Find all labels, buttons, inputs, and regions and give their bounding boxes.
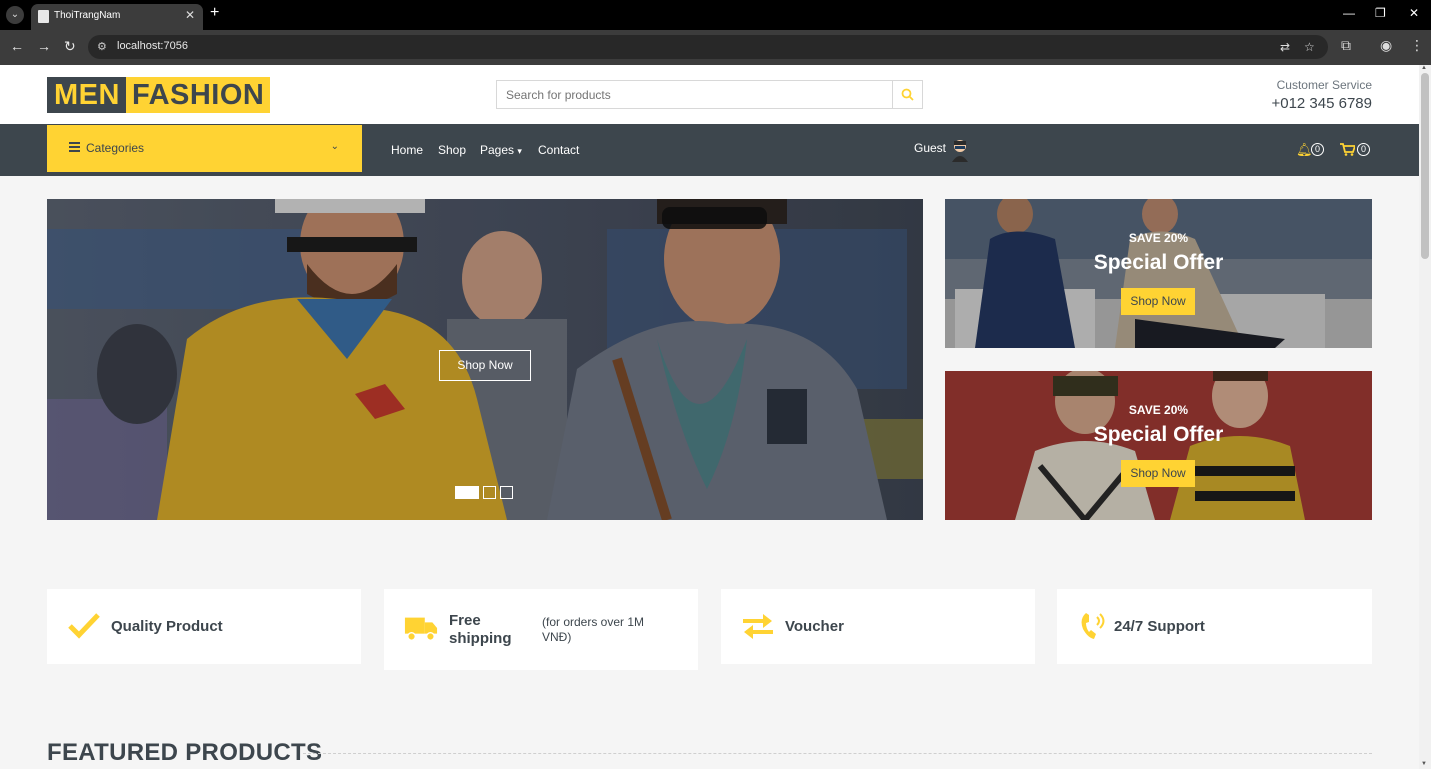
feature-sub-line2: VNĐ) bbox=[542, 630, 572, 644]
menu-kebab-icon[interactable]: ⋮ bbox=[1410, 37, 1424, 54]
nav-pages-label: Pages bbox=[480, 143, 515, 157]
hero-shop-now-button[interactable]: Shop Now bbox=[439, 350, 531, 381]
truck-icon bbox=[404, 617, 438, 641]
browser-tab-bar: ⌄ ThoiTrangNam ✕ + — ❐ ✕ bbox=[0, 0, 1431, 30]
minimize-icon[interactable]: — bbox=[1343, 6, 1355, 20]
feature-quality: Quality Product bbox=[47, 589, 361, 664]
forward-icon[interactable]: → bbox=[37, 38, 51, 54]
new-tab-icon[interactable]: + bbox=[210, 4, 219, 22]
offer-shop-now-button-2[interactable]: Shop Now bbox=[1121, 460, 1195, 487]
search-input[interactable] bbox=[497, 81, 893, 108]
tab-search-icon[interactable]: ⌄ bbox=[6, 6, 24, 24]
phone-volume-icon bbox=[1081, 613, 1105, 639]
address-bar[interactable]: ⚙ localhost:7056 ⇄ ☆ bbox=[88, 35, 1328, 59]
translate-icon[interactable]: ⇄ bbox=[1280, 40, 1290, 54]
offer-banner-2[interactable]: SAVE 20% Special Offer Shop Now bbox=[945, 371, 1372, 520]
search-button[interactable] bbox=[892, 81, 922, 108]
section-divider bbox=[303, 753, 1372, 754]
offer-banner-1[interactable]: SAVE 20% Special Offer Shop Now bbox=[945, 199, 1372, 348]
restore-icon[interactable]: ❐ bbox=[1375, 6, 1386, 20]
scrollbar-thumb[interactable] bbox=[1421, 73, 1429, 259]
site-logo[interactable]: MEN FASHION bbox=[47, 77, 271, 113]
notification-count: 0 bbox=[1311, 143, 1324, 156]
categories-label: Categories bbox=[86, 141, 145, 155]
feature-sub-line1: (for orders over 1M bbox=[542, 615, 645, 629]
bookmark-star-icon[interactable]: ☆ bbox=[1304, 40, 1315, 54]
carousel-indicator[interactable] bbox=[500, 486, 513, 499]
user-avatar-icon[interactable] bbox=[950, 138, 970, 162]
extensions-icon[interactable]: ⧉ bbox=[1341, 37, 1351, 54]
offer-title-2: Special Offer bbox=[1093, 423, 1224, 446]
main-navbar: Categories ⌄ Home Shop Pages ▾ Contact G… bbox=[0, 124, 1419, 176]
page-content: MEN FASHION Customer Service +012 345 67… bbox=[0, 65, 1419, 769]
service-label: Customer Service bbox=[1276, 78, 1372, 92]
cart-count: 0 bbox=[1357, 143, 1370, 156]
nav-pages[interactable]: Pages ▾ bbox=[480, 143, 522, 157]
search-icon bbox=[901, 88, 914, 101]
scroll-down-icon[interactable]: ▼ bbox=[1421, 761, 1427, 767]
page-icon bbox=[38, 10, 49, 23]
browser-toolbar: ← → ↻ ⚙ localhost:7056 ⇄ ☆ ⧉ ◉ ⋮ bbox=[0, 30, 1431, 65]
offer-title-1: Special Offer bbox=[1093, 251, 1224, 274]
logo-men: MEN bbox=[47, 77, 126, 113]
offer-save-2: SAVE 20% bbox=[1128, 403, 1189, 417]
tab-title: ThoiTrangNam bbox=[54, 10, 121, 21]
offer-save-1: SAVE 20% bbox=[1128, 231, 1189, 245]
feature-title: Voucher bbox=[785, 618, 844, 635]
search-form bbox=[496, 80, 923, 109]
exchange-icon bbox=[743, 614, 773, 639]
reload-icon[interactable]: ↻ bbox=[64, 38, 76, 55]
carousel-indicator[interactable] bbox=[455, 486, 479, 499]
feature-title: 24/7 Support bbox=[1114, 618, 1205, 635]
page-scrollbar[interactable]: ▲ ▼ bbox=[1419, 65, 1431, 769]
feature-title-line1: Free bbox=[449, 612, 481, 629]
nav-shop[interactable]: Shop bbox=[438, 143, 466, 157]
url-text[interactable]: localhost:7056 bbox=[117, 40, 188, 52]
customer-service: Customer Service +012 345 6789 bbox=[1271, 78, 1372, 112]
carousel-indicator[interactable] bbox=[483, 486, 496, 499]
scroll-up-icon[interactable]: ▲ bbox=[1421, 65, 1427, 71]
offer-shop-now-button-1[interactable]: Shop Now bbox=[1121, 288, 1195, 315]
bars-icon bbox=[69, 142, 80, 152]
back-icon[interactable]: ← bbox=[10, 38, 24, 54]
close-tab-icon[interactable]: ✕ bbox=[185, 8, 195, 22]
user-name[interactable]: Guest bbox=[914, 141, 946, 155]
nav-home[interactable]: Home bbox=[391, 143, 423, 157]
feature-support: 24/7 Support bbox=[1057, 589, 1372, 664]
caret-down-icon: ▾ bbox=[517, 146, 522, 156]
browser-tab[interactable]: ThoiTrangNam ✕ bbox=[31, 4, 203, 30]
chevron-down-icon: ⌄ bbox=[330, 141, 339, 152]
nav-contact[interactable]: Contact bbox=[538, 143, 579, 157]
logo-fashion: FASHION bbox=[125, 77, 271, 113]
close-window-icon[interactable]: ✕ bbox=[1409, 6, 1419, 20]
carousel-indicators bbox=[455, 486, 513, 499]
feature-title-line2: shipping bbox=[449, 630, 512, 647]
categories-dropdown[interactable]: Categories ⌄ bbox=[47, 125, 362, 172]
profile-icon[interactable]: ◉ bbox=[1380, 37, 1392, 54]
feature-voucher: Voucher bbox=[721, 589, 1035, 664]
cart-icon[interactable] bbox=[1340, 143, 1355, 156]
hero-carousel[interactable]: Shop Now bbox=[47, 199, 923, 520]
section-title: FEATURED PRODUCTS bbox=[47, 739, 323, 766]
service-phone: +012 345 6789 bbox=[1271, 95, 1372, 112]
site-header: MEN FASHION Customer Service +012 345 67… bbox=[0, 65, 1419, 124]
site-info-icon[interactable]: ⚙ bbox=[97, 40, 107, 53]
feature-shipping: Free shipping (for orders over 1M VNĐ) bbox=[384, 589, 698, 670]
feature-title: Quality Product bbox=[111, 618, 223, 635]
check-icon bbox=[68, 613, 100, 639]
